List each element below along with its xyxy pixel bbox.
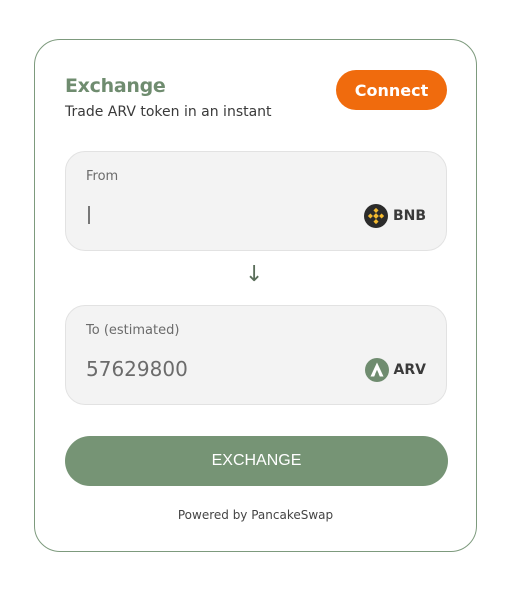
powered-by-text: Powered by PancakeSwap <box>177 508 334 522</box>
arrow-down-icon: ↓ <box>245 262 264 287</box>
to-panel: To (estimated) 57629800 ARV <box>65 305 447 405</box>
from-token-selector[interactable]: BNB <box>363 204 426 228</box>
from-amount-input[interactable] <box>85 200 335 230</box>
from-label: From <box>86 169 119 184</box>
widget-title: Exchange <box>65 75 166 97</box>
exchange-widget: Exchange Trade ARV token in an instant C… <box>34 39 477 552</box>
to-amount-value: 57629800 <box>86 357 188 381</box>
from-token-symbol: BNB <box>392 208 426 224</box>
text-cursor <box>88 206 90 224</box>
to-token-symbol: ARV <box>393 362 426 378</box>
widget-subtitle: Trade ARV token in an instant <box>65 104 272 120</box>
connect-button[interactable]: Connect <box>336 70 447 110</box>
arv-icon <box>364 358 389 382</box>
from-panel: From BNB <box>65 151 447 251</box>
to-label: To (estimated) <box>86 323 180 338</box>
bnb-icon <box>363 204 388 228</box>
to-token-selector[interactable]: ARV <box>364 358 426 382</box>
exchange-button[interactable]: EXCHANGE <box>65 436 448 486</box>
